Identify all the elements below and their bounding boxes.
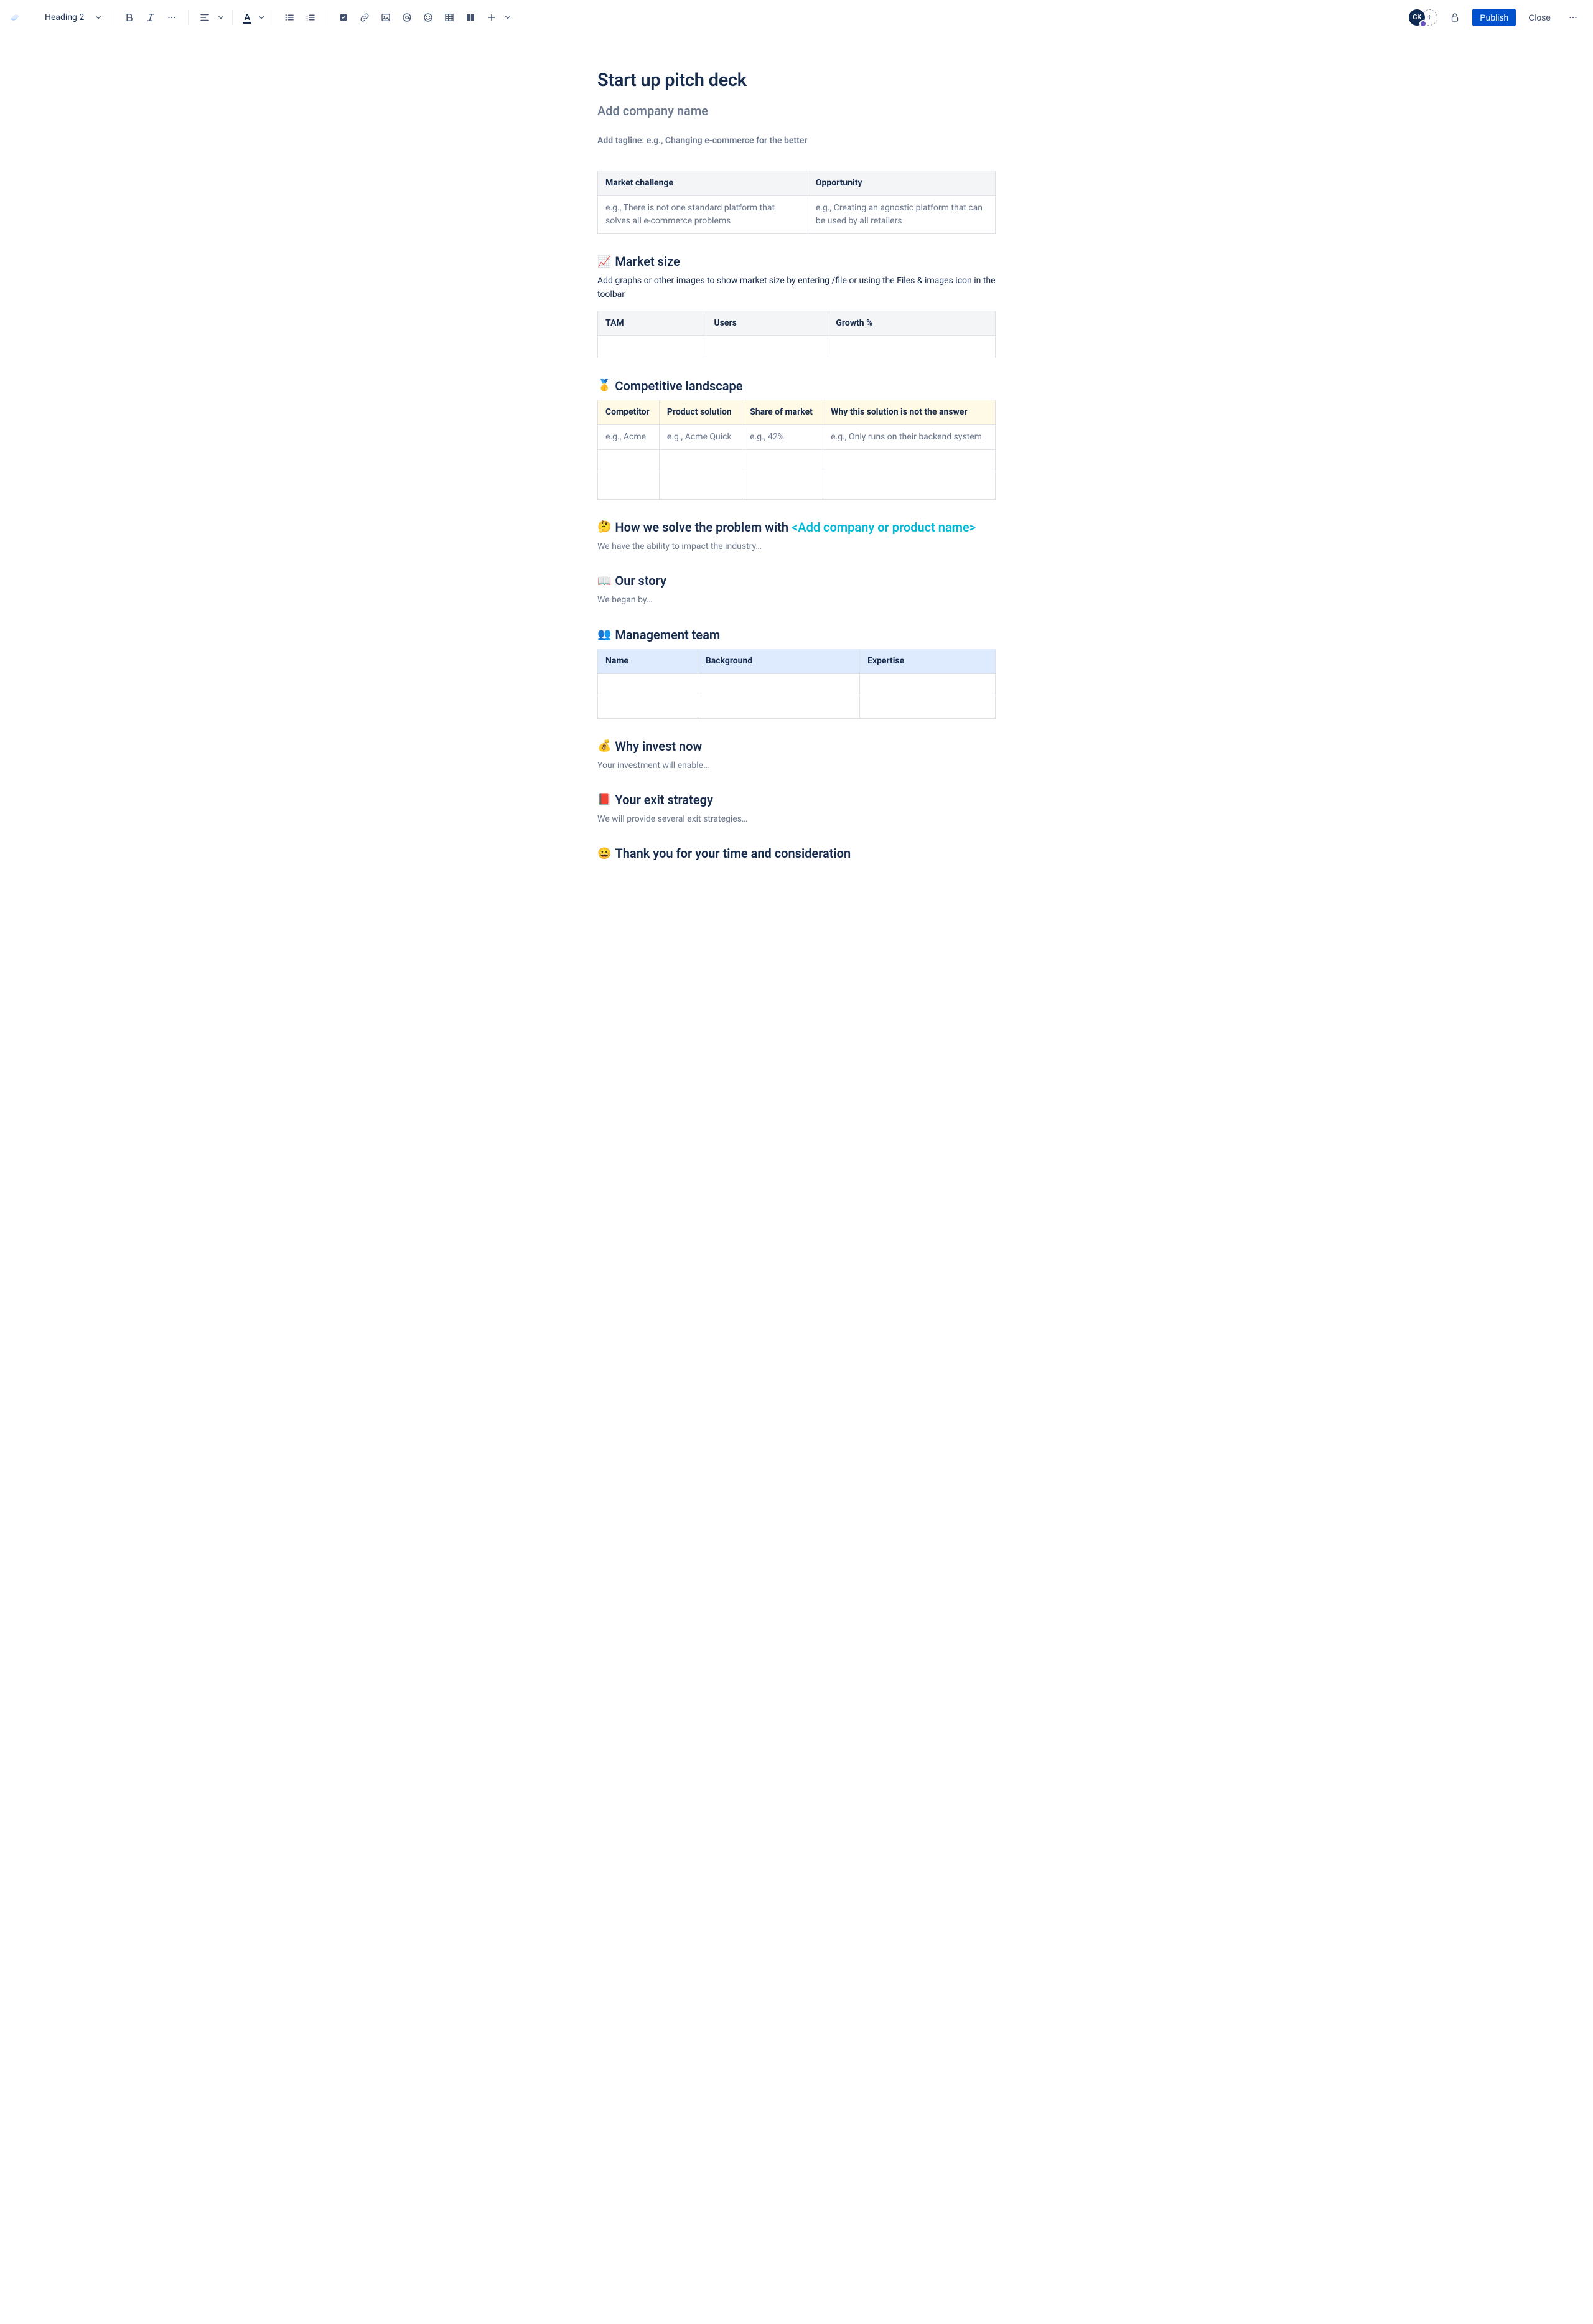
more-formatting-button[interactable] <box>162 7 182 27</box>
layouts-button[interactable] <box>460 7 480 27</box>
book-icon: 📖 <box>597 574 611 588</box>
text-color-icon: A <box>245 13 250 22</box>
table-header[interactable]: Growth % <box>828 311 996 335</box>
money-icon: 💰 <box>597 739 611 752</box>
editor-toolbar: Heading 2 A 123 <box>0 0 1593 35</box>
page-title[interactable]: Start up pitch deck <box>597 70 996 91</box>
app-logo[interactable] <box>7 10 22 25</box>
text-style-select[interactable]: Heading 2 <box>37 10 106 25</box>
market-challenge-table[interactable]: Market challenge Opportunity e.g., There… <box>597 171 996 234</box>
table-button[interactable] <box>439 7 459 27</box>
section-competitive[interactable]: 🥇 Competitive landscape <box>597 378 996 393</box>
table-header[interactable]: Name <box>598 649 698 673</box>
exit-body[interactable]: We will provide several exit strategies… <box>597 812 996 826</box>
placeholder-link[interactable]: <Add company or product name> <box>792 520 976 535</box>
table-row <box>598 449 996 472</box>
align-more-button[interactable] <box>216 7 226 27</box>
section-exit[interactable]: 📕 Your exit strategy <box>597 792 996 807</box>
more-actions-button[interactable] <box>1563 7 1583 27</box>
bold-button[interactable] <box>119 7 139 27</box>
market-size-body[interactable]: Add graphs or other images to show marke… <box>597 274 996 302</box>
table-row <box>598 472 996 499</box>
table-header[interactable]: Expertise <box>860 649 996 673</box>
solve-body[interactable]: We have the ability to impact the indust… <box>597 540 996 553</box>
section-team[interactable]: 👥 Management team <box>597 627 996 642</box>
story-body[interactable]: We began by… <box>597 593 996 607</box>
text-color-more-button[interactable] <box>256 7 266 27</box>
collaborator-avatars: CK + <box>1409 9 1437 26</box>
avatar-status-badge <box>1419 20 1427 27</box>
people-icon: 👥 <box>597 628 611 641</box>
text-style-label: Heading 2 <box>45 12 84 22</box>
table-header[interactable]: Product solution <box>659 400 742 424</box>
competitive-table[interactable]: Competitor Product solution Share of mar… <box>597 400 996 500</box>
chart-icon: 📈 <box>597 255 611 268</box>
align-button[interactable] <box>195 7 215 27</box>
tagline[interactable]: Add tagline: e.g., Changing e-commerce f… <box>597 136 996 146</box>
italic-button[interactable] <box>141 7 161 27</box>
link-button[interactable] <box>355 7 375 27</box>
insert-chevron-button[interactable] <box>503 7 513 27</box>
medal-icon: 🥇 <box>597 379 611 392</box>
svg-text:3: 3 <box>307 18 309 22</box>
toolbar-divider <box>188 10 189 25</box>
mention-button[interactable] <box>397 7 417 27</box>
table-header[interactable]: TAM <box>598 311 706 335</box>
page-content[interactable]: Start up pitch deck Add company name Add… <box>560 35 1033 916</box>
table-row: e.g., Acme e.g., Acme Quick e.g., 42% e.… <box>598 424 996 449</box>
emoji-button[interactable] <box>418 7 438 27</box>
toolbar-divider <box>232 10 233 25</box>
avatar[interactable]: CK <box>1409 9 1425 26</box>
table-header[interactable]: Background <box>698 649 859 673</box>
smile-icon: 😀 <box>597 847 611 860</box>
table-row: e.g., There is not one standard platform… <box>598 196 996 234</box>
table-header[interactable]: Share of market <box>742 400 823 424</box>
section-solve[interactable]: 🤔 How we solve the problem with <Add com… <box>597 520 996 535</box>
table-row <box>598 673 996 696</box>
table-header[interactable]: Market challenge <box>598 171 808 196</box>
notebook-icon: 📕 <box>597 793 611 806</box>
company-name-placeholder[interactable]: Add company name <box>597 103 996 118</box>
section-thanks[interactable]: 😀 Thank you for your time and considerat… <box>597 846 996 861</box>
image-button[interactable] <box>376 7 396 27</box>
market-size-table[interactable]: TAM Users Growth % <box>597 311 996 358</box>
numbered-list-button[interactable]: 123 <box>301 7 320 27</box>
invest-body[interactable]: Your investment will enable… <box>597 759 996 772</box>
table-header[interactable]: Why this solution is not the answer <box>823 400 996 424</box>
thinking-icon: 🤔 <box>597 520 611 533</box>
section-story[interactable]: 📖 Our story <box>597 573 996 588</box>
table-row <box>598 696 996 718</box>
table-header[interactable]: Opportunity <box>808 171 995 196</box>
team-table[interactable]: Name Background Expertise <box>597 649 996 719</box>
publish-button[interactable]: Publish <box>1472 9 1516 26</box>
section-market-size[interactable]: 📈 Market size <box>597 254 996 269</box>
table-row <box>598 335 996 358</box>
action-item-button[interactable] <box>334 7 353 27</box>
restrictions-button[interactable] <box>1445 7 1465 27</box>
table-header[interactable]: Users <box>706 311 828 335</box>
table-header[interactable]: Competitor <box>598 400 660 424</box>
chevron-down-icon <box>95 14 101 21</box>
bullet-list-button[interactable] <box>279 7 299 27</box>
insert-more-button[interactable] <box>482 7 502 27</box>
text-color-button[interactable]: A <box>239 7 255 27</box>
section-invest[interactable]: 💰 Why invest now <box>597 739 996 754</box>
close-button[interactable]: Close <box>1523 9 1556 26</box>
